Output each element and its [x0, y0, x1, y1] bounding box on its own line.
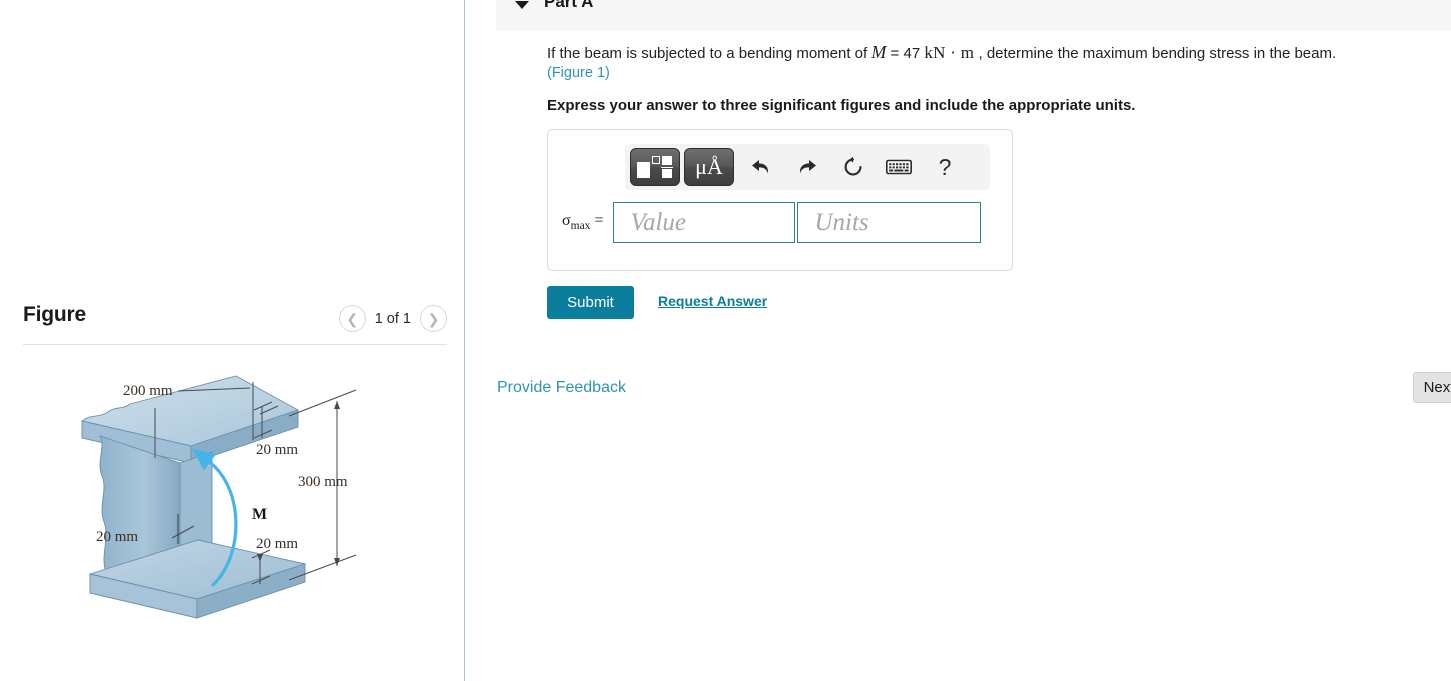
sigma-symbol: σ	[562, 212, 571, 230]
figure-header: Figure ❮ 1 of 1 ❯	[23, 300, 447, 342]
undo-arrow-icon	[750, 157, 772, 177]
dim-label-total-height: 300 mm	[298, 474, 348, 490]
dim-label-web-thickness: 20 mm	[96, 529, 138, 545]
dim-arrow-300-top	[334, 401, 340, 409]
dim-label-flange-width: 200 mm	[123, 383, 173, 399]
math-template-button[interactable]	[630, 148, 680, 186]
part-header[interactable]: Part A	[496, 0, 1451, 31]
chevron-down-icon[interactable]	[515, 1, 529, 9]
equals-sign: =	[594, 212, 604, 230]
keyboard-icon	[886, 158, 912, 176]
figure-navigation: ❮ 1 of 1 ❯	[338, 305, 447, 332]
dim-label-bottom-flange: 20 mm	[256, 536, 298, 552]
value-input[interactable]: Value	[613, 202, 796, 243]
part-title: Part A	[544, 0, 594, 11]
next-button[interactable]: Next	[1413, 372, 1451, 403]
answer-instruction: Express your answer to three significant…	[547, 97, 1136, 114]
question-mark-icon: ?	[938, 153, 952, 180]
dim-label-top-flange: 20 mm	[256, 442, 298, 458]
reset-circular-arrow-icon	[842, 156, 864, 178]
chevron-left-icon[interactable]: ❮	[338, 305, 366, 332]
figure-pane: Figure ❮ 1 of 1 ❯ 200 mm 20 mm 300 mm 20…	[0, 0, 464, 681]
request-answer-link[interactable]: Request Answer	[658, 293, 767, 309]
math-symbol-M: M	[871, 42, 887, 62]
math-toolbar: μÅ ?	[625, 144, 990, 190]
redo-arrow-icon	[796, 157, 818, 177]
undo-button[interactable]	[738, 148, 784, 186]
value-placeholder: Value	[630, 208, 687, 236]
figure-1-link[interactable]: (Figure 1)	[547, 65, 610, 81]
dim-ext-300-top	[288, 389, 357, 417]
figure-counter: 1 of 1	[374, 310, 411, 327]
submit-button[interactable]: Submit	[547, 286, 634, 319]
math-template-icon	[637, 155, 673, 179]
units-button[interactable]: μÅ	[684, 148, 734, 186]
problem-pane: Part A If the beam is subjected to a ben…	[465, 0, 1451, 681]
moment-label: M	[252, 506, 267, 523]
figure-divider	[23, 344, 447, 345]
question-text: If the beam is subjected to a bending mo…	[547, 42, 1432, 82]
reset-button[interactable]	[830, 148, 876, 186]
beam-figure[interactable]: 200 mm 20 mm 300 mm 20 mm 20 mm M	[60, 366, 430, 666]
chevron-right-icon[interactable]: ❯	[420, 305, 447, 332]
math-units: kN · m	[924, 43, 975, 62]
units-input[interactable]: Units	[797, 202, 982, 243]
math-equals-value: = 47	[890, 45, 921, 62]
redo-button[interactable]	[784, 148, 830, 186]
question-line-1: If the beam is subjected to a bending mo…	[547, 42, 1432, 64]
problem-page: Figure ❮ 1 of 1 ❯ 200 mm 20 mm 300 mm 20…	[0, 0, 1451, 681]
answer-widget: μÅ ? σmax = Value Units	[547, 129, 1013, 271]
answer-input-row: σmax = Value Units	[562, 202, 982, 243]
mu-angstrom-icon: μÅ	[695, 154, 723, 179]
figure-reference-line: (Figure 1)	[547, 64, 1432, 82]
answer-variable-label: σmax =	[562, 212, 603, 232]
keyboard-button[interactable]	[876, 148, 922, 186]
provide-feedback-link[interactable]: Provide Feedback	[497, 379, 626, 397]
units-placeholder: Units	[814, 208, 869, 236]
page-title: Figure	[23, 303, 86, 326]
question-text-before: If the beam is subjected to a bending mo…	[547, 45, 868, 62]
sigma-subscript: max	[570, 220, 591, 233]
beam-diagram-svg: 200 mm 20 mm 300 mm 20 mm 20 mm M	[81, 375, 357, 619]
dim-arrow-300-bottom	[334, 558, 340, 566]
question-text-after: , determine the maximum bending stress i…	[978, 45, 1337, 62]
help-button[interactable]: ?	[922, 148, 968, 186]
